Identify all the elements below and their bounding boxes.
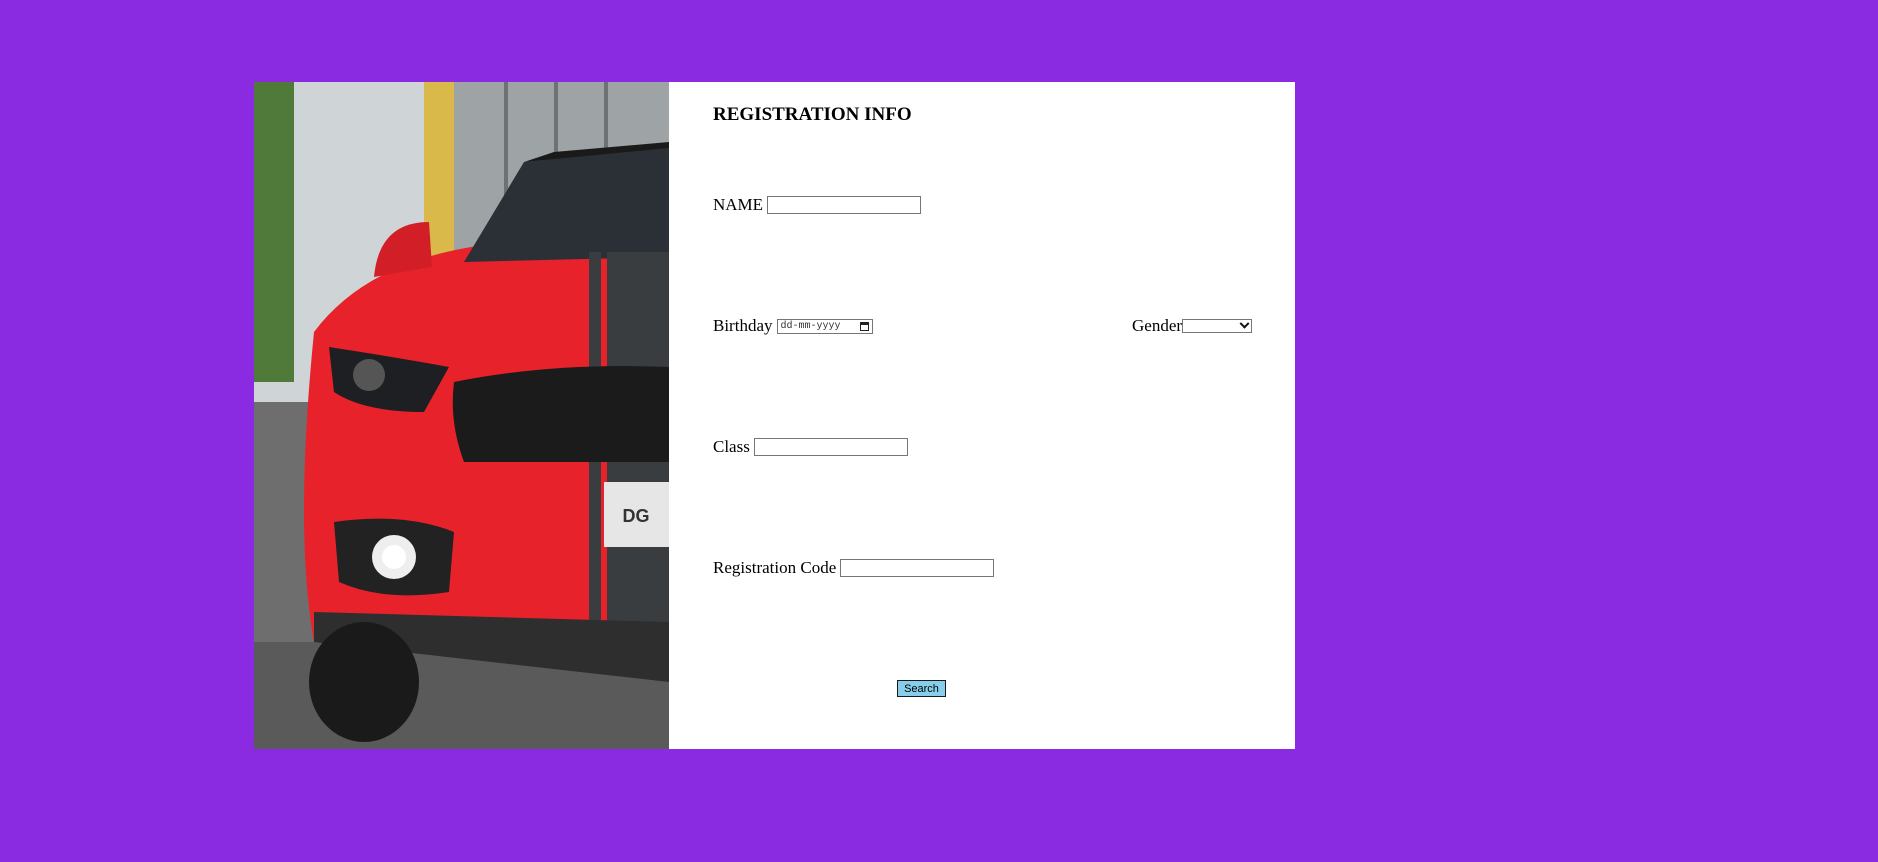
birthday-label: Birthday bbox=[713, 316, 773, 335]
search-button[interactable]: Search bbox=[897, 680, 946, 697]
name-label: NAME bbox=[713, 195, 764, 214]
gender-select[interactable] bbox=[1182, 318, 1253, 333]
gender-label: Gender bbox=[1132, 316, 1183, 335]
form-title: REGISTRATION INFO bbox=[713, 104, 912, 125]
class-row: Class bbox=[713, 437, 908, 457]
birthday-date-input[interactable]: dd-mm-yyyy bbox=[776, 318, 873, 334]
name-row: NAME bbox=[713, 195, 922, 215]
registration-code-input[interactable] bbox=[840, 559, 995, 577]
calendar-icon[interactable] bbox=[859, 321, 869, 331]
gender-row: Gender bbox=[1132, 316, 1253, 336]
birthday-row: Birthday dd-mm-yyyy bbox=[713, 316, 873, 336]
registration-form: REGISTRATION INFO NAME Birthday dd-mm-yy… bbox=[669, 82, 1295, 749]
car-photo: DG bbox=[254, 82, 669, 749]
registration-card: DG REGISTRATION INFO NAME Birthday dd-mm… bbox=[254, 82, 1295, 749]
class-label: Class bbox=[713, 437, 750, 456]
code-row: Registration Code bbox=[713, 558, 995, 578]
name-input[interactable] bbox=[767, 196, 922, 214]
code-label: Registration Code bbox=[713, 558, 837, 577]
birthday-placeholder: dd-mm-yyyy bbox=[780, 320, 841, 332]
svg-text:DG: DG bbox=[623, 506, 650, 526]
class-input[interactable] bbox=[753, 438, 908, 456]
chevron-down-icon bbox=[1239, 318, 1250, 329]
